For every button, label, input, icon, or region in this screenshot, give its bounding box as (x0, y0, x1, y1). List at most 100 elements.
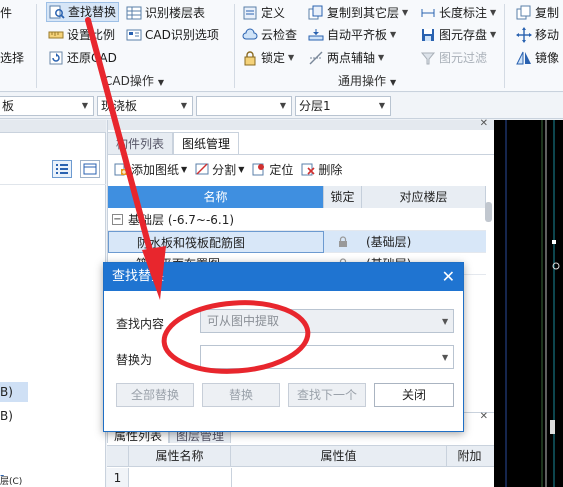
cloud-check-button[interactable]: 云检查 (242, 25, 297, 45)
left-list-item[interactable]: B) (0, 382, 28, 402)
select-value: 分层1 (299, 99, 331, 113)
button-label: 关闭 (401, 388, 426, 402)
table-group-row[interactable]: − 基础层 (-6.7~-6.1) (108, 209, 486, 231)
move-button[interactable]: 移动 (516, 25, 559, 45)
floor-cell[interactable]: (基础层) (362, 231, 486, 253)
close-button[interactable]: 关闭 (374, 383, 454, 407)
save-icon (422, 29, 434, 41)
tool-label: 定位 (269, 162, 294, 177)
dialog-close-icon[interactable]: ✕ (442, 263, 455, 291)
set-scale-button[interactable]: 设置比例 (48, 25, 115, 45)
dialog-title[interactable]: 查找替换 (104, 263, 463, 291)
mirror-button[interactable]: 镜像 (516, 48, 559, 68)
add-drawing-icon (114, 163, 127, 176)
locate-button[interactable]: 定位 (252, 161, 293, 178)
tab-label: 图纸管理 (182, 137, 231, 151)
ribbon-label: 识别楼层表 (145, 6, 206, 20)
find-input[interactable] (200, 309, 454, 333)
tool-label: 分割 (212, 162, 237, 177)
header-text: 对应楼层 (399, 190, 448, 204)
vertical-scrollbar[interactable] (485, 186, 492, 406)
ribbon-label: 设置比例 (67, 28, 116, 42)
navigation-panel: B) B) - 层(C) (0, 120, 106, 487)
mirror-icon (516, 51, 531, 65)
left-list-item[interactable]: 层(C) (0, 477, 40, 487)
header-text: 锁定 (330, 190, 355, 204)
restore-cad-button[interactable]: 还原CAD (48, 48, 117, 68)
tab-drawings[interactable]: 图纸管理 (173, 132, 240, 154)
cad-options-icon (126, 29, 142, 41)
ribbon-item-file[interactable]: 件 (0, 3, 12, 23)
lock-button[interactable]: 锁定 ▼ (242, 48, 294, 68)
tab-label: 构件列表 (116, 137, 165, 151)
ribbon-label: 图元存盘 (439, 28, 488, 42)
column-header-prop-name[interactable]: 属性名称 (129, 446, 231, 466)
component-name-select[interactable]: ▼ (196, 96, 292, 116)
panel-tabs: 构件列表 图纸管理 (107, 132, 240, 154)
delete-button[interactable]: 删除 (301, 161, 342, 178)
save-image-button[interactable]: 图元存盘 ▼ (420, 25, 496, 45)
detail-view-button[interactable] (80, 160, 100, 178)
scale-icon (48, 31, 64, 39)
chevron-down-icon: ▼ (378, 53, 385, 62)
header-text: 名称 (203, 190, 228, 204)
drawing-name-cell[interactable]: 防水板和筏板配筋图 (108, 230, 324, 253)
find-replace-button[interactable]: 查找替换 (46, 2, 120, 22)
layer-select[interactable]: 分层1 ▼ (295, 96, 391, 116)
close-icon[interactable]: ✕ (480, 411, 488, 422)
add-drawing-button[interactable]: 添加图纸 ▼ (114, 161, 187, 178)
split-button[interactable]: 分割 ▼ (195, 161, 244, 178)
chevron-down-icon: ▼ (378, 101, 385, 110)
select-value: 现浇板 (101, 99, 138, 113)
copy-to-floor-button[interactable]: 复制到其它层 ▼ (308, 3, 408, 23)
ribbon-separator (36, 4, 37, 88)
close-icon[interactable]: ✕ (480, 118, 488, 129)
locate-icon (252, 163, 265, 176)
drawing-table-header: 名称 锁定 对应楼层 (108, 186, 486, 208)
dialog-title-text: 查找替换 (112, 269, 165, 284)
tool-label: 删除 (318, 162, 343, 177)
find-next-button[interactable]: 查找下一个 (288, 383, 366, 407)
ribbon-item-select[interactable]: 选择 (0, 48, 24, 68)
component-type-select[interactable]: 板 ▼ (0, 96, 94, 116)
component-select[interactable]: 现浇板 ▼ (97, 96, 193, 116)
identify-floor-table-button[interactable]: 识别楼层表 (126, 3, 205, 23)
tab-members[interactable]: 构件列表 (107, 132, 174, 154)
two-point-axis-button[interactable]: 两点辅轴 ▼ (308, 48, 384, 68)
left-list-item[interactable]: B) (0, 406, 28, 426)
lock-cell[interactable] (324, 231, 362, 253)
replace-button[interactable]: 替换 (202, 383, 280, 407)
column-header-extra[interactable]: 附加 (447, 446, 492, 466)
replace-all-button[interactable]: 全部替换 (116, 383, 194, 407)
ribbon-label: 镜像 (535, 51, 560, 65)
move-icon (516, 27, 532, 43)
cell-text: 防水板和筏板配筋图 (137, 235, 246, 250)
selector-toolbar: 板 ▼ 现浇板 ▼ ▼ 分层1 ▼ (0, 93, 563, 119)
delete-icon (301, 163, 315, 176)
length-label-button[interactable]: 长度标注 ▼ (420, 3, 496, 23)
scrollbar-thumb[interactable] (485, 202, 492, 222)
column-header-prop-value[interactable]: 属性值 (231, 446, 447, 466)
table-row[interactable]: 防水板和筏板配筋图 (基础层) (108, 230, 486, 253)
header-text: 附加 (457, 449, 482, 463)
header-text: 属性值 (320, 449, 357, 463)
filter-button[interactable]: 图元过滤 (420, 48, 487, 68)
drawing-canvas[interactable] (494, 120, 563, 487)
chevron-down-icon: ▼ (288, 53, 295, 62)
find-replace-icon (49, 5, 65, 19)
chevron-down-icon[interactable]: ▼ (442, 353, 448, 362)
column-header-floor[interactable]: 对应楼层 (362, 186, 486, 208)
cad-options-button[interactable]: CAD识别选项 (126, 25, 219, 45)
define-button[interactable]: 定义 (242, 3, 285, 23)
column-header-lock[interactable]: 锁定 (324, 186, 362, 208)
chevron-down-icon: ▼ (238, 164, 245, 174)
replace-input[interactable] (200, 345, 454, 369)
ribbon-label: 长度标注 (439, 6, 488, 20)
chevron-down-icon: ▼ (279, 101, 286, 110)
column-header-name[interactable]: 名称 (108, 186, 324, 208)
chevron-down-icon[interactable]: ▼ (442, 317, 448, 326)
copy-button[interactable]: 复制 (516, 3, 559, 23)
collapse-icon[interactable]: − (112, 214, 123, 225)
auto-align-slab-button[interactable]: 自动平齐板 ▼ (308, 25, 396, 45)
list-view-button[interactable] (52, 160, 72, 178)
